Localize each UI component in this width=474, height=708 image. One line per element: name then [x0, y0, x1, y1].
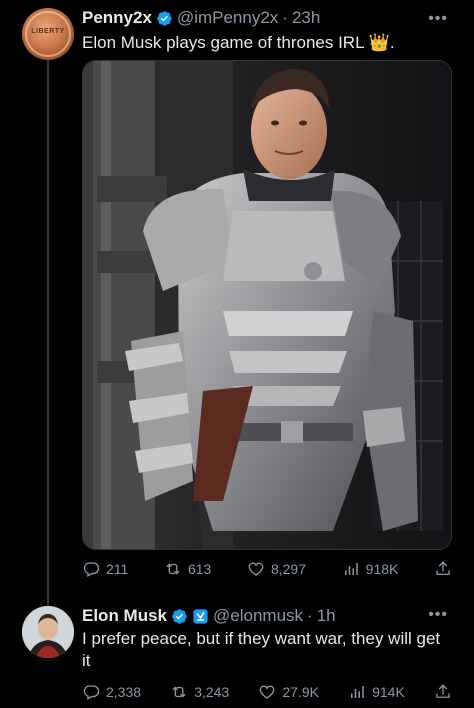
tweet-text: Elon Musk plays game of thrones IRL 👑. [82, 32, 454, 54]
like-count: 8,297 [270, 561, 307, 577]
avatar[interactable]: LIBERTY [22, 8, 74, 60]
tweet-header: Elon Musk @elonmusk · 1h [82, 606, 336, 626]
tweet-image[interactable] [82, 60, 452, 550]
crown-emoji: 👑 [368, 33, 390, 52]
share-button[interactable] [434, 560, 452, 578]
views-button[interactable]: 918K [342, 560, 399, 578]
author-handle[interactable]: @imPenny2x [177, 8, 278, 28]
reply-count: 2,338 [106, 684, 142, 700]
separator-dot: · [282, 8, 288, 27]
reply-icon [83, 685, 100, 700]
tweet-text: I prefer peace, but if they want war, th… [82, 629, 441, 670]
heart-icon [260, 685, 275, 699]
tweet-header: Penny2x @imPenny2x · 23h [82, 8, 320, 28]
views-count: 914K [372, 684, 405, 700]
heart-icon [248, 562, 264, 576]
verified-badge-icon [172, 608, 187, 624]
author-name[interactable]: Penny2x [82, 8, 152, 28]
separator-dot: · [307, 606, 313, 625]
views-button[interactable]: 914K [348, 683, 405, 701]
tweet-text-body: Elon Musk plays game of thrones IRL [82, 33, 364, 52]
tweet-actions: 2,338 3,243 27.9K 914K [82, 683, 452, 701]
tweet-elonmusk[interactable]: Elon Musk @elonmusk · 1h ••• I prefer pe… [0, 596, 474, 708]
share-icon [436, 684, 450, 698]
retweet-button[interactable]: 613 [164, 560, 211, 578]
reply-button[interactable]: 211 [82, 560, 128, 578]
views-icon [344, 563, 358, 575]
avatar-coin-text: LIBERTY [31, 28, 65, 35]
tweet-time[interactable]: 23h [292, 8, 320, 28]
retweet-icon [172, 686, 186, 698]
share-button[interactable] [434, 683, 452, 701]
retweet-button[interactable]: 3,243 [170, 683, 229, 701]
avatar-portrait [22, 606, 74, 658]
like-button[interactable]: 8,297 [247, 560, 306, 578]
author-handle[interactable]: @elonmusk [213, 606, 303, 626]
share-icon [436, 561, 450, 575]
government-badge-icon [193, 608, 208, 624]
avatar[interactable] [22, 606, 74, 658]
views-count: 918K [365, 561, 399, 577]
more-icon[interactable]: ••• [428, 10, 448, 28]
tweet-actions: 211 613 8,297 918K [82, 560, 452, 578]
tweet-time[interactable]: 1h [317, 606, 336, 626]
retweet-count: 613 [187, 561, 212, 577]
retweet-count: 3,243 [194, 684, 230, 700]
armored-man-illustration [83, 61, 451, 549]
like-count: 27.9K [282, 684, 319, 700]
like-button[interactable]: 27.9K [258, 683, 319, 701]
retweet-icon [166, 563, 180, 575]
views-icon [351, 686, 364, 698]
reply-count: 211 [106, 561, 129, 577]
tweet-penny2x[interactable]: LIBERTY Penny2x @imPenny2x · 23h ••• Elo… [0, 0, 474, 590]
reply-icon [83, 562, 100, 577]
reply-button[interactable]: 2,338 [82, 683, 141, 701]
author-name[interactable]: Elon Musk [82, 606, 167, 626]
verified-badge-icon [157, 10, 172, 26]
more-icon[interactable]: ••• [428, 606, 448, 624]
tweet-text-suffix: . [389, 33, 395, 52]
